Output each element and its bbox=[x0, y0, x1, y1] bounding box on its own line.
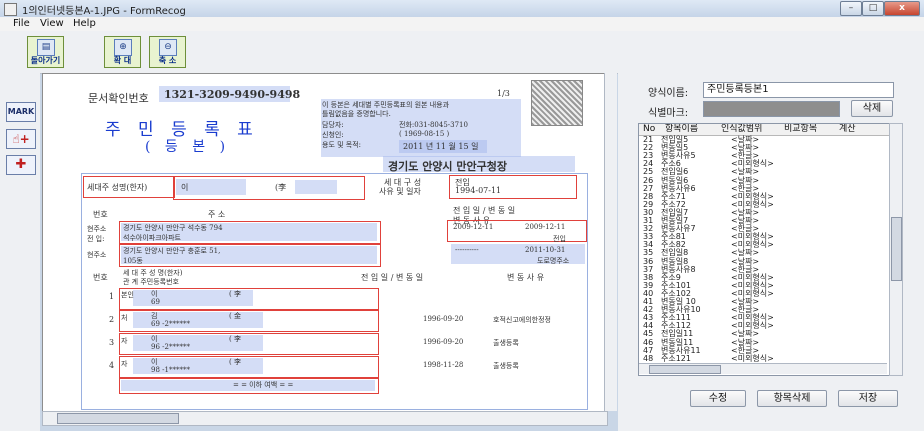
form-name-input[interactable]: 주민등록등본1 bbox=[703, 82, 894, 98]
document-subtitle: ( 등 본 ) bbox=[145, 139, 231, 155]
head-hanja-highlight bbox=[295, 180, 337, 194]
book-icon: ▤ bbox=[37, 39, 55, 56]
grid-cell-name: 주소121 bbox=[661, 353, 691, 363]
addr-cur-reason: 도로명주소 bbox=[537, 257, 570, 265]
composition-date: 1994-07-11 bbox=[455, 186, 502, 195]
edit-button[interactable]: 수정 bbox=[690, 390, 746, 407]
zoom-in-button[interactable]: ⊕ 확 대 bbox=[104, 36, 141, 68]
addr-prev-reason: 전입 bbox=[553, 235, 566, 243]
addr-prev-change: 2009-12-11 bbox=[525, 223, 566, 231]
addr-cur-date: 2011-10-31 bbox=[525, 246, 566, 254]
col-no: 번호 bbox=[93, 210, 108, 219]
zoom-out-icon: ⊖ bbox=[159, 39, 177, 56]
zoom-out-button[interactable]: ⊖ 축 소 bbox=[149, 36, 186, 68]
doc-number-label: 문서확인번호 bbox=[88, 92, 149, 105]
issuer-date: ( 1969-08-15 ) bbox=[399, 130, 450, 138]
menu-file[interactable]: File bbox=[13, 18, 30, 29]
grid-cell-range: <미외형식> bbox=[731, 353, 774, 363]
id-mark-field[interactable] bbox=[703, 101, 840, 117]
close-button[interactable]: x bbox=[884, 1, 920, 16]
head-label: 세대주 성명(한자) bbox=[87, 183, 148, 192]
composition-sub: 사유 및 일자 bbox=[379, 187, 421, 196]
plus-box-icon: ✚ bbox=[15, 157, 27, 172]
field-grid[interactable]: No 항목이름 인식값범위 비교항목 계산 21 전입일5 <날짜> 22 변동일5 <날… bbox=[638, 123, 890, 376]
addr-prev-label-1: 현주소 bbox=[87, 225, 107, 233]
add-region-button[interactable]: ☝+ bbox=[6, 129, 36, 149]
zoom-in-icon: ⊕ bbox=[114, 39, 132, 56]
contact-label: 담당자: bbox=[322, 121, 344, 129]
hand-plus-icon: ☝+ bbox=[12, 132, 30, 146]
form-name-label: 양식이름: bbox=[648, 88, 689, 99]
contact-phone: 전화:031-8045-3710 bbox=[399, 121, 468, 129]
member-header-no: 번호 bbox=[93, 273, 108, 282]
addr-cur-2: 105동 bbox=[123, 257, 143, 265]
delete-item-button[interactable]: 항목삭제 bbox=[757, 390, 827, 407]
app-icon bbox=[4, 3, 17, 16]
back-button[interactable]: ▤ 돌아가기 bbox=[27, 36, 64, 68]
grid-row[interactable]: 48 주소121 <미외형식> bbox=[639, 353, 889, 363]
member-header-rel2: 관 계 주민등록번호 bbox=[123, 278, 179, 286]
addr-prev-label-2: 전 입: bbox=[87, 235, 105, 243]
addr-cur-dash: ---------- bbox=[455, 246, 479, 254]
end-text: = = 이하 여백 = = bbox=[233, 381, 294, 389]
save-button[interactable]: 저장 bbox=[838, 390, 898, 407]
addr-prev-date: 2009-12-11 bbox=[453, 223, 494, 231]
mark-button[interactable]: MARK bbox=[6, 102, 36, 122]
grid-horizontal-scrollbar[interactable] bbox=[639, 363, 887, 374]
col-address: 주 소 bbox=[208, 210, 226, 219]
document-vertical-scrollbar[interactable] bbox=[604, 73, 617, 411]
addr-prev-2: 석수아이파크아파트 bbox=[123, 234, 181, 242]
addr-cur-label: 현주소 bbox=[87, 251, 107, 259]
menu-bar: File View Help bbox=[0, 17, 924, 32]
grid-vertical-scroll-thumb[interactable] bbox=[891, 217, 902, 281]
grid-cell-no: 48 bbox=[643, 353, 654, 363]
barcode-seal-image bbox=[531, 80, 583, 126]
member-header-reason: 변 동 사 유 bbox=[507, 273, 545, 282]
minimize-button[interactable]: – bbox=[840, 1, 862, 16]
horizontal-scroll-thumb[interactable] bbox=[57, 413, 179, 424]
menu-help[interactable]: Help bbox=[73, 18, 96, 29]
grid-horizontal-scroll-thumb[interactable] bbox=[649, 365, 721, 374]
addr-prev-1: 경기도 안양시 만안구 석수동 794 bbox=[123, 224, 223, 232]
notice-line-2: 틀림없음을 증명합니다. bbox=[322, 110, 391, 118]
grid-vertical-scrollbar[interactable] bbox=[889, 123, 903, 376]
addr-cur-1: 경기도 안양시 만안구 충훈로 51, bbox=[123, 247, 221, 255]
document-horizontal-scrollbar[interactable] bbox=[42, 411, 608, 426]
add-field-button[interactable]: ✚ bbox=[6, 155, 36, 175]
issuing-office: 경기도 안양시 만안구청장 bbox=[388, 160, 507, 173]
head-hanja: (李 bbox=[275, 183, 287, 192]
title-bar: 1의인터넷등본A-1.JPG - FormRecog – □ x bbox=[0, 0, 924, 18]
toolbar: ▤ 돌아가기 ⊕ 확 대 ⊖ 축 소 bbox=[0, 31, 924, 74]
left-toolbar: MARK ☝+ ✚ bbox=[0, 73, 40, 431]
issuer-label: 신청인: bbox=[322, 131, 344, 139]
menu-view[interactable]: View bbox=[40, 18, 64, 29]
member-header-date: 전 입 일 / 변 동 일 bbox=[361, 273, 424, 282]
purpose-label: 용도 및 목적: bbox=[322, 141, 362, 149]
head-name: 이 bbox=[181, 183, 189, 192]
window-title: 1의인터넷등본A-1.JPG - FormRecog bbox=[22, 6, 186, 17]
page-number: 1/3 bbox=[497, 89, 510, 98]
delete-mark-button[interactable]: 삭제 bbox=[851, 100, 893, 117]
maximize-button[interactable]: □ bbox=[862, 1, 884, 16]
id-mark-label: 식별마크: bbox=[648, 108, 689, 119]
issue-date: 2011 년 11 월 15 일 bbox=[403, 142, 479, 151]
document-view[interactable]: 문서확인번호 1321-3209-9490-9498 1/3 주 민 등 록 표… bbox=[42, 73, 606, 412]
doc-number: 1321-3209-9490-9498 bbox=[164, 88, 301, 101]
